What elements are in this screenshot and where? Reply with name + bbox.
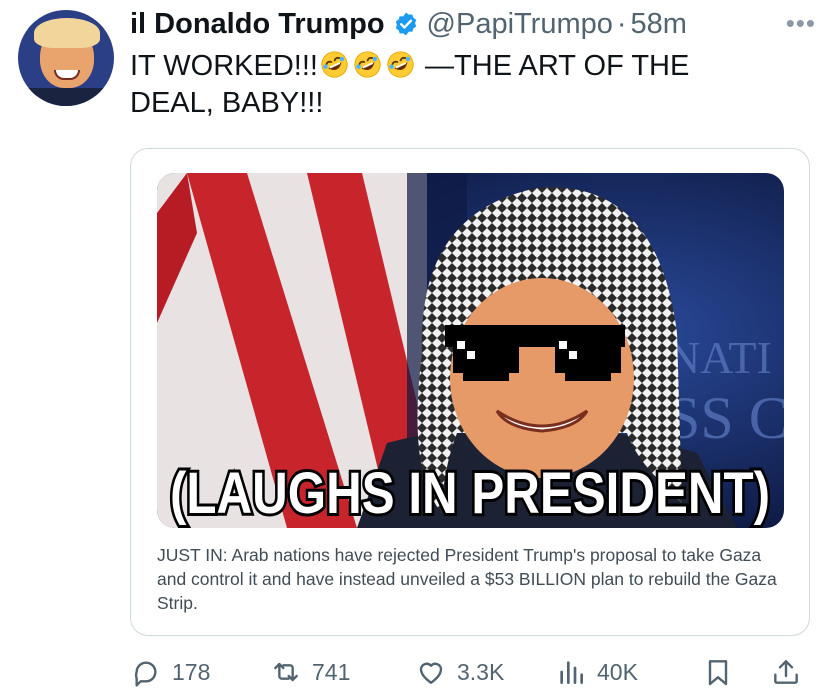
reply-button[interactable]: 178 bbox=[130, 652, 210, 692]
card-description[interactable]: JUST IN: Arab nations have rejected Pres… bbox=[157, 543, 787, 615]
share-button[interactable] bbox=[770, 652, 802, 692]
meme-caption: (LAUGHS IN PRESIDENT) bbox=[170, 461, 770, 526]
media-card[interactable]: NATI SS C (LAUGHS IN PRESIDENT) JUST IN:… bbox=[130, 148, 810, 636]
more-options-button[interactable]: ••• bbox=[786, 8, 816, 39]
sign-text: NATI bbox=[667, 332, 772, 383]
tweet-timestamp[interactable]: 58m bbox=[631, 8, 687, 41]
repost-count: 741 bbox=[312, 658, 351, 685]
avatar-suit bbox=[18, 88, 114, 106]
profile-avatar[interactable] bbox=[18, 10, 114, 106]
rolling-on-floor-laughing-emoji bbox=[321, 51, 348, 78]
sign-text-2: SS C bbox=[667, 385, 784, 451]
bookmark-icon bbox=[708, 660, 728, 686]
views-count: 40K bbox=[597, 658, 638, 685]
like-count: 3.3K bbox=[457, 658, 505, 685]
tweet-text: IT WORKED!!! —THE ART OF THE DEAL, BABY!… bbox=[130, 48, 770, 122]
display-name[interactable]: il Donaldo Trumpo bbox=[130, 8, 385, 41]
reply-count: 178 bbox=[172, 658, 211, 685]
tweet-text-part1: IT WORKED!!! bbox=[130, 50, 318, 82]
rolling-on-floor-laughing-emoji bbox=[354, 51, 381, 78]
card-image[interactable]: NATI SS C (LAUGHS IN PRESIDENT) bbox=[157, 173, 784, 528]
like-button[interactable]: 3.3K bbox=[415, 652, 504, 692]
reply-icon bbox=[134, 661, 157, 687]
views-icon bbox=[560, 661, 583, 684]
verified-badge-icon bbox=[395, 12, 416, 36]
views-button[interactable]: 40K bbox=[555, 652, 638, 692]
repost-icon bbox=[274, 662, 298, 682]
share-icon bbox=[774, 660, 798, 684]
heart-icon bbox=[419, 662, 443, 684]
user-handle[interactable]: @PapiTrumpo bbox=[427, 8, 613, 41]
separator-dot: · bbox=[616, 7, 627, 40]
tweet-header: il Donaldo Trumpo @PapiTrumpo · 58m ••• bbox=[130, 6, 816, 42]
repost-button[interactable]: 741 bbox=[270, 652, 350, 692]
action-bar: 178 741 3.3K 40K bbox=[130, 652, 810, 692]
bookmark-button[interactable] bbox=[702, 652, 734, 692]
avatar-hair bbox=[34, 18, 100, 48]
rolling-on-floor-laughing-emoji bbox=[387, 51, 414, 78]
meme-image: NATI SS C (LAUGHS IN PRESIDENT) bbox=[157, 173, 784, 528]
